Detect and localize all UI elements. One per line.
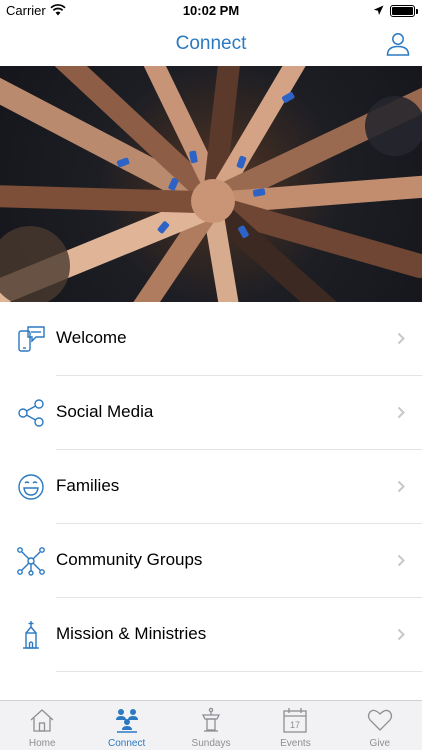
chapel-icon — [23, 621, 39, 649]
hero-image — [0, 66, 422, 302]
share-icon — [18, 399, 44, 427]
phone-chat-icon — [18, 326, 45, 352]
tab-label: Events — [280, 738, 311, 749]
person-icon — [386, 33, 410, 56]
tab-sundays[interactable]: Sundays — [169, 701, 253, 750]
status-time: 10:02 PM — [182, 3, 240, 18]
divider — [56, 671, 422, 672]
profile-button[interactable] — [384, 30, 412, 58]
smiley-icon — [18, 474, 44, 500]
menu-item-label: Families — [56, 476, 120, 495]
hands-circle-illustration — [0, 66, 422, 302]
location-arrow-icon — [373, 5, 384, 15]
page-title: Connect — [175, 33, 247, 54]
tab-label: Home — [28, 738, 56, 749]
heart-icon — [367, 709, 392, 731]
menu-item-families[interactable]: Families — [0, 450, 422, 524]
tab-label: Sundays — [191, 738, 231, 749]
chevron-right-icon — [397, 480, 405, 493]
tab-connect[interactable]: Connect — [84, 701, 168, 750]
calendar-day: 17 — [290, 720, 300, 730]
menu-item-community-groups[interactable]: Community Groups — [0, 524, 422, 598]
menu-item-label: Community Groups — [56, 550, 203, 569]
menu-item-mission-ministries[interactable]: Mission & Ministries — [0, 598, 422, 672]
tab-home[interactable]: Home — [0, 701, 84, 750]
calendar-icon: 17 — [283, 708, 308, 733]
tab-events[interactable]: 17 Events — [253, 701, 337, 750]
chevron-right-icon — [397, 332, 405, 345]
network-icon — [17, 547, 45, 576]
menu-item-label: Mission & Ministries — [56, 624, 207, 643]
navigation-bar: Connect — [0, 22, 422, 66]
tab-bar: Home Connect Sundays 17 Events Give — [0, 700, 422, 750]
people-icon — [115, 709, 138, 733]
house-icon — [30, 709, 54, 732]
menu-item-welcome[interactable]: Welcome — [0, 302, 422, 376]
menu-item-label: Welcome — [56, 328, 127, 347]
connect-menu-list: Welcome Social Media Families Community … — [0, 302, 422, 672]
chevron-right-icon — [397, 554, 405, 567]
tab-give[interactable]: Give — [338, 701, 422, 750]
menu-item-social-media[interactable]: Social Media — [0, 376, 422, 450]
tab-label: Connect — [107, 738, 146, 749]
tab-label: Give — [369, 738, 391, 749]
battery-tip — [416, 9, 418, 14]
battery-icon — [390, 5, 415, 17]
chevron-right-icon — [397, 628, 405, 641]
podium-icon — [201, 707, 221, 732]
chevron-right-icon — [397, 406, 405, 419]
status-bar: Carrier 10:02 PM — [0, 0, 422, 22]
menu-item-label: Social Media — [56, 402, 154, 421]
